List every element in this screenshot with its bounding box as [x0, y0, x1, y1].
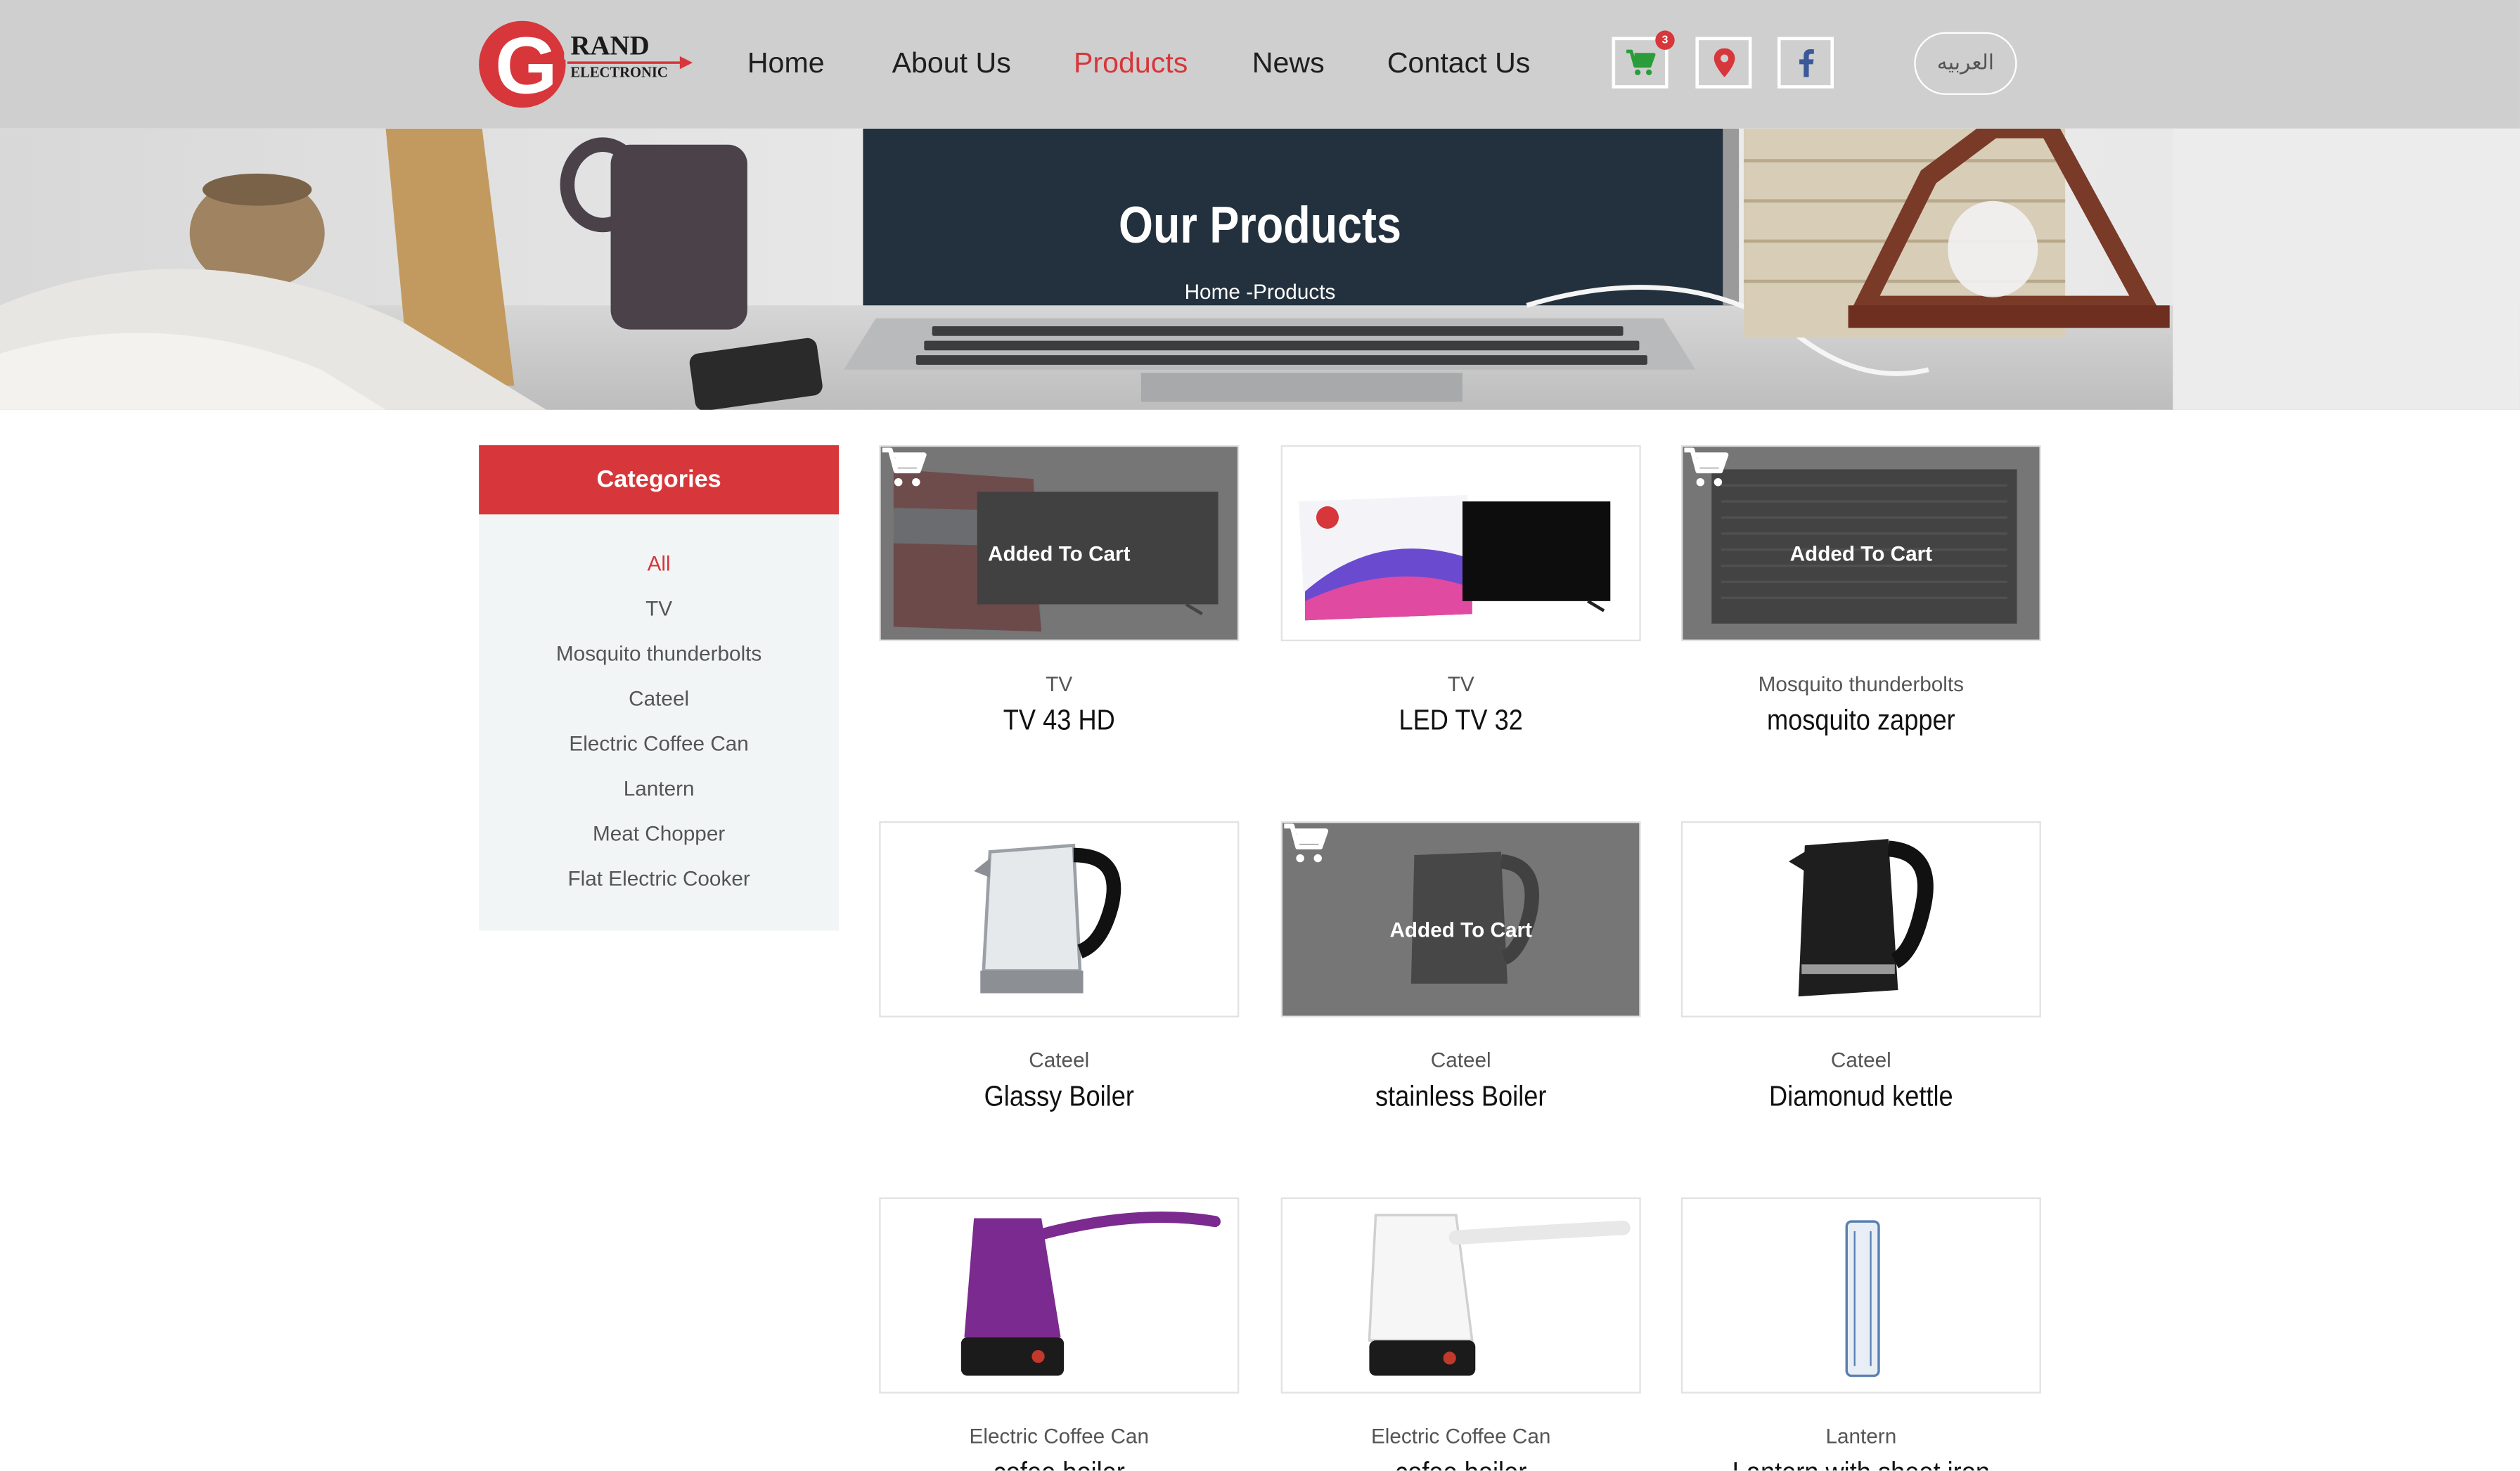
banner-background-image	[0, 128, 2520, 410]
facebook-icon	[1798, 49, 1813, 77]
categories-sidebar: Categories All TV Mosquito thunderbolts …	[479, 445, 840, 931]
product-category: Electric Coffee Can	[969, 1424, 1149, 1448]
logo-word: RAND	[570, 31, 649, 61]
cart-icon	[882, 447, 927, 487]
product-name[interactable]: Diamonud kettle	[1703, 1080, 2020, 1114]
logo-subword: ELECTRONIC	[570, 65, 667, 81]
product-card-mosquito-zapper[interactable]: Added To Cart	[1680, 445, 2041, 641]
nav-products[interactable]: Products	[1074, 46, 1188, 85]
black-kettle-image	[1788, 839, 1934, 997]
location-button[interactable]	[1695, 37, 1752, 89]
category-meat-chopper[interactable]: Meat Chopper	[479, 820, 839, 865]
category-lantern[interactable]: Lantern	[479, 775, 839, 820]
purple-coffee-pot-image	[960, 1212, 1221, 1376]
product-category: Cateel	[1029, 1048, 1090, 1072]
page-banner	[0, 128, 2520, 410]
product-category: Lantern	[1825, 1424, 1897, 1448]
product-card-stainless-boiler[interactable]: Added To Cart	[1280, 821, 1641, 1017]
added-to-cart-label: Added To Cart	[1389, 918, 1532, 942]
product-name[interactable]: cofee boiler	[901, 1456, 1218, 1471]
product-name[interactable]: LED TV 32	[1302, 704, 1619, 738]
language-switch-button[interactable]: العربيه	[1914, 32, 2017, 95]
product-card-lantern[interactable]	[1680, 1197, 2041, 1394]
tv-image	[1298, 494, 1611, 621]
glass-kettle-image	[974, 843, 1121, 994]
product-name[interactable]: cofee boiler	[1302, 1456, 1619, 1471]
nav-about-us[interactable]: About Us	[892, 46, 1011, 85]
category-flat-electric-cooker[interactable]: Flat Electric Cooker	[479, 865, 839, 910]
page-title: Our Products	[1119, 195, 1401, 255]
added-to-cart-label: Added To Cart	[988, 541, 1131, 566]
cart-icon	[1625, 49, 1655, 75]
product-card-glassy-boiler[interactable]	[879, 821, 1240, 1017]
product-card-cofee-boiler-white[interactable]	[1280, 1197, 1641, 1394]
grand-electronic-logo[interactable]: G RAND ELECTRONIC	[477, 18, 696, 111]
product-name[interactable]: stainless Boiler	[1302, 1080, 1619, 1114]
added-to-cart-label: Added To Cart	[1789, 541, 1933, 566]
category-mosquito-thunderbolts[interactable]: Mosquito thunderbolts	[479, 640, 839, 685]
nav-contact-us[interactable]: Contact Us	[1387, 46, 1531, 85]
added-overlay: Added To Cart	[880, 447, 1238, 640]
categories-heading: Categories	[479, 445, 840, 515]
lantern-image	[1845, 1220, 1880, 1377]
product-card-tv-43-hd[interactable]: Added To Cart	[879, 445, 1240, 641]
product-card-cofee-boiler-purple[interactable]	[879, 1197, 1240, 1394]
cart-count-badge: 3	[1655, 30, 1675, 50]
product-category: Cateel	[1430, 1048, 1491, 1072]
nav-home[interactable]: Home	[747, 46, 825, 85]
product-name[interactable]: Glassy Boiler	[901, 1080, 1218, 1114]
location-pin-icon	[1713, 48, 1735, 77]
category-cateel[interactable]: Cateel	[479, 685, 839, 730]
product-category: Cateel	[1830, 1048, 1891, 1072]
product-category: TV	[1046, 672, 1073, 696]
breadcrumb-home[interactable]: Home	[1185, 280, 1240, 304]
product-card-led-tv-32[interactable]	[1280, 445, 1641, 641]
breadcrumb: Home -Products	[0, 280, 2520, 304]
breadcrumb-separator: -	[1240, 279, 1254, 304]
category-list: All TV Mosquito thunderbolts Cateel Elec…	[479, 514, 839, 909]
category-electric-coffee-can[interactable]: Electric Coffee Can	[479, 730, 839, 775]
product-category: Electric Coffee Can	[1370, 1424, 1551, 1448]
site-header: G RAND ELECTRONIC Home About Us Products…	[0, 0, 2520, 129]
cart-icon	[1684, 447, 1729, 487]
page: G RAND ELECTRONIC Home About Us Products…	[0, 0, 2520, 1471]
product-name[interactable]: mosquito zapper	[1703, 704, 2020, 738]
product-card-diamonud-kettle[interactable]	[1680, 821, 2041, 1017]
cart-icon	[1284, 823, 1329, 863]
product-category: Mosquito thunderbolts	[1758, 672, 1965, 696]
cart-button[interactable]: 3	[1612, 30, 1675, 89]
category-tv[interactable]: TV	[479, 595, 839, 640]
added-overlay: Added To Cart	[1683, 447, 2040, 640]
product-name[interactable]: Lantern with sheet iron	[1703, 1456, 2020, 1471]
white-coffee-pot-image	[1368, 1214, 1631, 1376]
facebook-button[interactable]	[1777, 37, 1834, 89]
added-overlay: Added To Cart	[1282, 823, 1640, 1016]
product-category: TV	[1447, 672, 1474, 696]
logo-letter: G	[495, 22, 558, 111]
main-nav: Home About Us Products News Contact Us	[747, 46, 1531, 85]
nav-news[interactable]: News	[1252, 46, 1325, 85]
category-all[interactable]: All	[479, 550, 839, 595]
product-name[interactable]: TV 43 HD	[901, 704, 1218, 738]
breadcrumb-current: Products	[1253, 279, 1336, 304]
